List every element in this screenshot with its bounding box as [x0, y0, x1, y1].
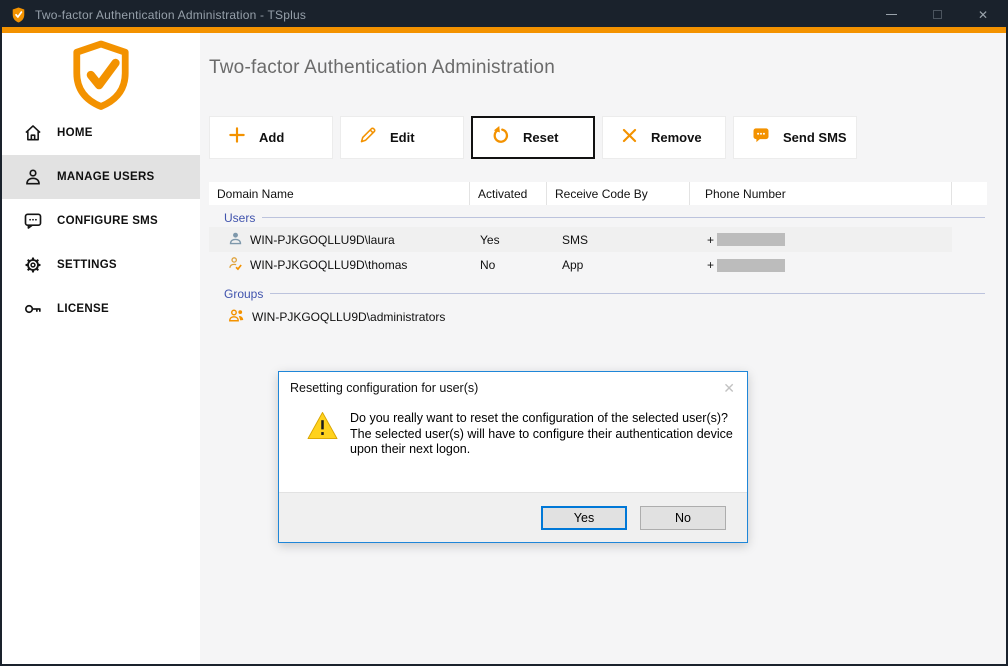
shield-logo-icon	[70, 40, 132, 110]
minimize-icon	[886, 14, 897, 15]
add-button[interactable]: Add	[209, 116, 333, 159]
app-shield-icon	[11, 7, 26, 23]
sidebar-item-configure-sms[interactable]: CONFIGURE SMS	[2, 199, 200, 243]
group-header-users: Users	[209, 210, 987, 225]
page-title: Two-factor Authentication Administration	[209, 57, 555, 79]
dialog-message: Do you really want to reset the configur…	[350, 411, 733, 458]
dialog-message-line: Do you really want to reset the configur…	[350, 411, 733, 427]
reset-arrow-icon	[490, 125, 511, 151]
group-name: Users	[224, 211, 255, 225]
yes-button[interactable]: Yes	[541, 506, 627, 530]
table-header: Domain Name Activated Receive Code By Ph…	[209, 182, 987, 205]
user-solid-icon	[228, 231, 243, 249]
remove-button[interactable]: Remove	[602, 116, 726, 159]
plus-icon	[227, 125, 247, 150]
user-check-icon	[228, 256, 243, 274]
maximize-button[interactable]	[914, 2, 960, 27]
dialog-message-line: upon their next logon.	[350, 442, 733, 458]
row-domain: WIN-PJKGOQLLU9D\laura	[250, 233, 395, 247]
toolbar-button-label: Add	[259, 130, 284, 145]
row-receive-code-by: SMS	[547, 227, 690, 252]
group-divider-line	[270, 293, 985, 294]
table-row-administrators[interactable]: WIN-PJKGOQLLU9D\administrators	[209, 304, 952, 329]
row-receive-code-by: App	[547, 252, 690, 278]
table-row-thomas[interactable]: WIN-PJKGOQLLU9D\thomas No App +	[209, 252, 952, 278]
row-phone-prefix: +	[707, 233, 714, 247]
toolbar-button-label: Reset	[523, 130, 558, 145]
sms-bubble-icon	[22, 211, 43, 231]
group-divider-line	[262, 217, 985, 218]
pencil-icon	[358, 125, 378, 150]
home-icon	[22, 123, 43, 143]
sidebar-item-label: MANAGE USERS	[57, 171, 155, 183]
group-header-groups: Groups	[209, 286, 987, 301]
warning-triangle-icon	[307, 411, 338, 458]
users-table: Domain Name Activated Receive Code By Ph…	[209, 182, 987, 329]
sidebar-item-settings[interactable]: SETTINGS	[2, 243, 200, 287]
reset-confirmation-dialog: Resetting configuration for user(s) ✕ Do…	[278, 371, 748, 543]
no-button[interactable]: No	[640, 506, 726, 530]
row-phone-prefix	[690, 304, 952, 329]
toolbar-button-label: Remove	[651, 130, 702, 145]
group-name: Groups	[224, 287, 263, 301]
column-header-domain-name[interactable]: Domain Name	[209, 182, 470, 205]
send-sms-button[interactable]: Send SMS	[733, 116, 857, 159]
sidebar-item-label: LICENSE	[57, 303, 109, 315]
column-header-extra[interactable]	[952, 182, 987, 205]
dialog-close-icon[interactable]: ✕	[723, 381, 735, 395]
edit-button[interactable]: Edit	[340, 116, 464, 159]
sms-bubble-icon	[751, 125, 771, 150]
minimize-button[interactable]	[868, 2, 914, 27]
column-header-phone-number[interactable]: Phone Number	[690, 182, 952, 205]
toolbar-button-label: Send SMS	[783, 130, 847, 145]
sidebar-item-home[interactable]: HOME	[2, 111, 200, 155]
sidebar-item-manage-users[interactable]: MANAGE USERS	[2, 155, 200, 199]
user-group-icon	[228, 308, 245, 326]
sidebar: HOME MANAGE USERS CONF	[2, 33, 200, 664]
row-phone-prefix: +	[707, 258, 714, 272]
row-activated	[470, 304, 547, 329]
row-receive-code-by	[547, 304, 690, 329]
dialog-title: Resetting configuration for user(s)	[290, 381, 478, 395]
sidebar-item-label: CONFIGURE SMS	[57, 215, 158, 227]
app-logo	[2, 33, 200, 111]
dialog-footer: Yes No	[279, 492, 747, 542]
reset-button[interactable]: Reset	[471, 116, 595, 159]
table-row-laura[interactable]: WIN-PJKGOQLLU9D\laura Yes SMS +	[209, 227, 952, 252]
toolbar: Add Edit	[209, 116, 857, 159]
key-icon	[22, 299, 43, 319]
close-button[interactable]: ✕	[960, 2, 1006, 27]
phone-redaction-block	[717, 259, 785, 272]
x-icon	[620, 126, 639, 150]
phone-redaction-block	[717, 233, 785, 246]
row-domain: WIN-PJKGOQLLU9D\administrators	[252, 310, 445, 324]
row-activated: Yes	[470, 227, 547, 252]
dialog-message-line: The selected user(s) will have to config…	[350, 427, 733, 443]
app-window: Two-factor Authentication Administration…	[0, 0, 1008, 666]
maximize-icon	[933, 10, 942, 19]
gear-icon	[22, 255, 43, 275]
column-header-receive-code-by[interactable]: Receive Code By	[547, 182, 690, 205]
row-domain: WIN-PJKGOQLLU9D\thomas	[250, 258, 407, 272]
close-icon: ✕	[978, 9, 988, 21]
main-content: Two-factor Authentication Administration…	[200, 33, 1006, 664]
toolbar-button-label: Edit	[390, 130, 415, 145]
column-header-activated[interactable]: Activated	[470, 182, 547, 205]
user-icon	[22, 167, 43, 187]
titlebar: Two-factor Authentication Administration…	[2, 2, 1006, 27]
sidebar-item-label: HOME	[57, 127, 93, 139]
window-title: Two-factor Authentication Administration…	[35, 8, 306, 22]
sidebar-item-label: SETTINGS	[57, 259, 117, 271]
row-activated: No	[470, 252, 547, 278]
sidebar-item-license[interactable]: LICENSE	[2, 287, 200, 331]
